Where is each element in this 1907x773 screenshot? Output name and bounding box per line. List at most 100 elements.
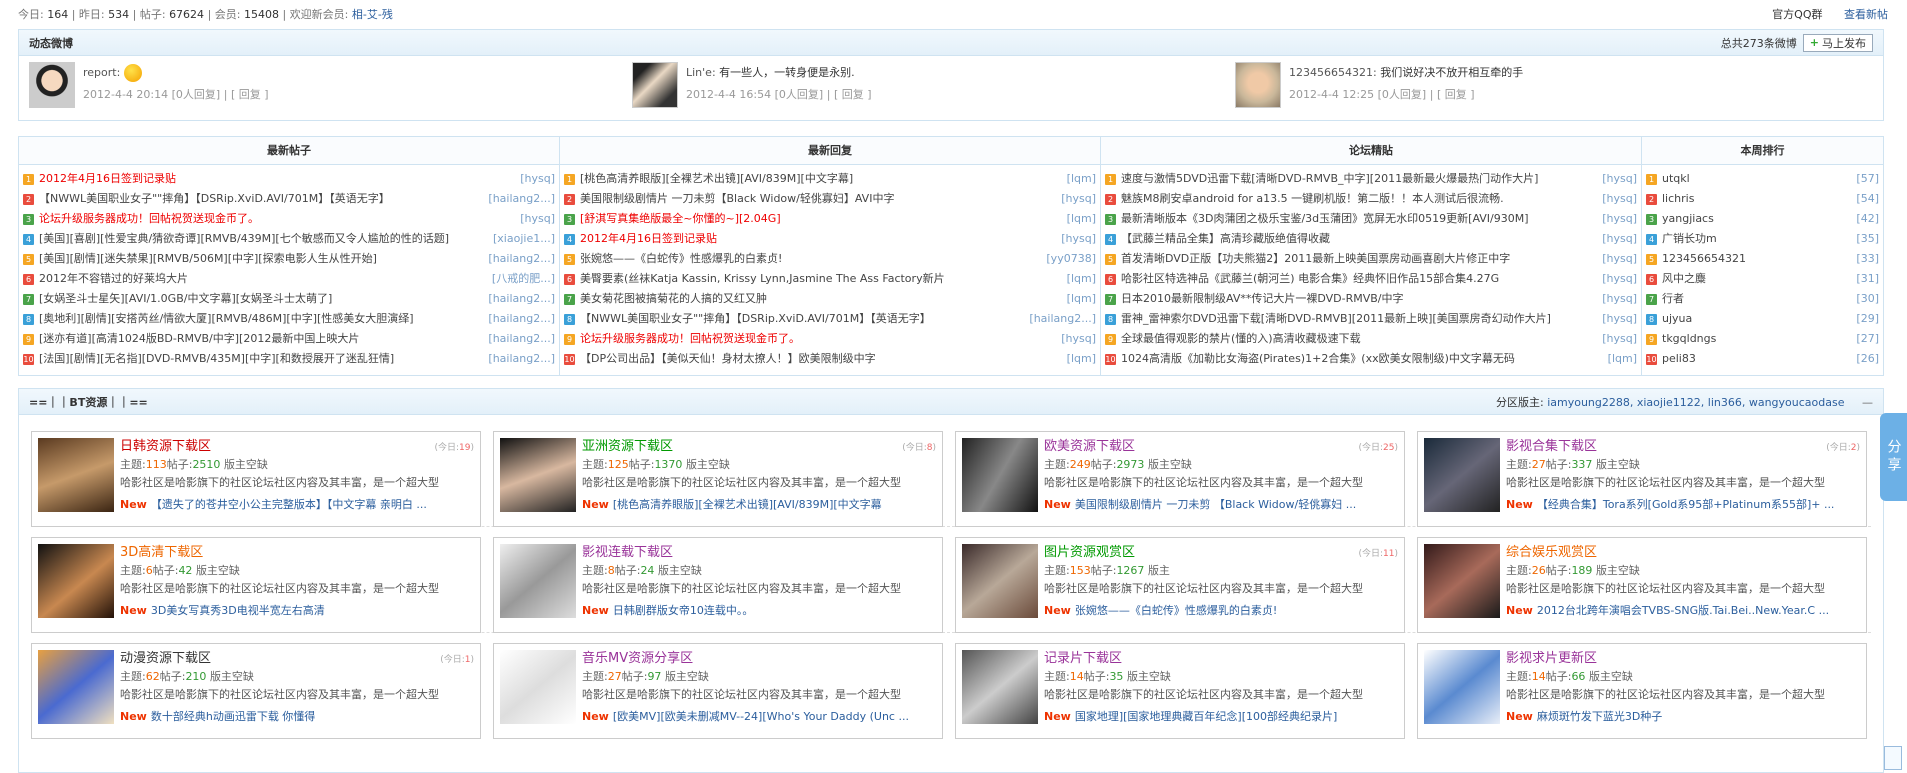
- list-item[interactable]: 2 lichris [54]: [1646, 189, 1879, 209]
- reply-link[interactable]: [ 回复 ]: [834, 88, 872, 101]
- avatar[interactable]: [29, 62, 75, 108]
- latest-thread-link[interactable]: 【遗失了的苍井空小公主完整版本】【中文字幕 亲明白 ...: [151, 498, 427, 511]
- feed-replies[interactable]: [0人回复]: [1378, 88, 1427, 101]
- item-author[interactable]: [hysq]: [1602, 329, 1637, 349]
- new-member-link[interactable]: 相-艾-残: [352, 8, 393, 21]
- item-author[interactable]: [33]: [1856, 249, 1879, 269]
- list-item[interactable]: 8 【NWWL美国职业女子""摔角】【DSRip.XviD.AVI/701M】【英…: [564, 309, 1096, 329]
- avatar[interactable]: [632, 62, 678, 108]
- item-title[interactable]: [迷亦有道][高清1024版BD-RMVB/中字][2012最新中国上映大片: [39, 329, 482, 349]
- feed-replies[interactable]: [0人回复]: [172, 88, 221, 101]
- forum-name[interactable]: 综合娱乐观赏区: [1506, 545, 1597, 560]
- list-item[interactable]: 9 [迷亦有道][高清1024版BD-RMVB/中字][2012最新中国上映大片 […: [23, 329, 555, 349]
- list-item[interactable]: 2 【NWWL美国职业女子""摔角】【DSRip.XviD.AVI/701M】【英…: [23, 189, 555, 209]
- feed-user[interactable]: report:: [83, 66, 120, 79]
- item-author[interactable]: [35]: [1856, 229, 1879, 249]
- forum-thumbnail[interactable]: [962, 438, 1038, 512]
- bt-title[interactable]: ==｜｜BT资源｜｜==: [29, 394, 148, 410]
- item-title[interactable]: tkgqldngs: [1662, 329, 1850, 349]
- item-author[interactable]: [26]: [1856, 349, 1879, 369]
- item-author[interactable]: [hysq]: [1602, 289, 1637, 309]
- moderator[interactable]: 版主空缺: [665, 670, 709, 683]
- item-author[interactable]: [hysq]: [1061, 189, 1096, 209]
- feed-replies[interactable]: [0人回复]: [775, 88, 824, 101]
- item-author[interactable]: [lqm]: [1067, 169, 1096, 189]
- forum-thumbnail[interactable]: [500, 438, 576, 512]
- item-author[interactable]: [42]: [1856, 209, 1879, 229]
- list-item[interactable]: 2 美国限制级剧情片 一刀未剪【Black Widow/轻佻寡妇】AVI中字 [hy…: [564, 189, 1096, 209]
- item-author[interactable]: [hailang2...]: [488, 289, 555, 309]
- latest-thread-link[interactable]: 【经典合集】Tora系列[Gold系95部+Platinum系55部]+ ...: [1537, 498, 1835, 511]
- latest-thread-link[interactable]: 日韩剧群版女帝10连载中。。: [613, 604, 754, 617]
- feed-user[interactable]: 123456654321:: [1289, 66, 1377, 79]
- list-item[interactable]: 10 peli83 [26]: [1646, 349, 1879, 369]
- forum-name[interactable]: 欧美资源下载区: [1044, 439, 1135, 454]
- latest-thread-link[interactable]: 美国限制级剧情片 一刀未剪 【Black Widow/轻佻寡妇 ...: [1075, 498, 1356, 511]
- list-item[interactable]: 1 utqkl [57]: [1646, 169, 1879, 189]
- list-item[interactable]: 9 论坛升级服务器成功！回帖祝贺送现金币了。 [hysq]: [564, 329, 1096, 349]
- item-title[interactable]: 1024高清版《加勒比女海盗(Pirates)1+2合集》(xx欧美女限制级)中…: [1121, 349, 1602, 369]
- reply-link[interactable]: [ 回复 ]: [1437, 88, 1475, 101]
- item-title[interactable]: [法国][剧情][无名指][DVD-RMVB/435M][中字][和数授展开了迷…: [39, 349, 482, 369]
- item-title[interactable]: 【NWWL美国职业女子""摔角】【DSRip.XviD.AVI/701M】【英语…: [39, 189, 482, 209]
- item-author[interactable]: [31]: [1856, 269, 1879, 289]
- item-title[interactable]: 论坛升级服务器成功！回帖祝贺送现金币了。: [39, 209, 514, 229]
- list-item[interactable]: 3 yangjiacs [42]: [1646, 209, 1879, 229]
- forum-name[interactable]: 影视求片更新区: [1506, 651, 1597, 666]
- item-author[interactable]: [lqm]: [1067, 269, 1096, 289]
- latest-thread-link[interactable]: [桃色高清养眼版][全裸艺术出镜][AVI/839M][中文字幕: [613, 498, 882, 511]
- forum-thumbnail[interactable]: [962, 544, 1038, 618]
- item-title[interactable]: [女娲圣斗士星矢][AVI/1.0GB/中文字幕][女娲圣斗士太萌了]: [39, 289, 482, 309]
- item-author[interactable]: [八戒的肥...]: [492, 269, 555, 289]
- item-title[interactable]: peli83: [1662, 349, 1850, 369]
- moderator[interactable]: 版主空缺: [686, 458, 730, 471]
- latest-thread-link[interactable]: 数十部经典h动画迅雷下载 你懂得: [151, 710, 315, 723]
- item-author[interactable]: [hailang2...]: [488, 309, 555, 329]
- item-title[interactable]: [美国][剧情][迷失禁果][RMVB/506M][中字][探索电影人生从性开始…: [39, 249, 482, 269]
- list-item[interactable]: 5 张婉悠——《白蛇传》性感爆乳的白素贞! [yy0738]: [564, 249, 1096, 269]
- item-author[interactable]: [hysq]: [1602, 249, 1637, 269]
- list-item[interactable]: 8 雷神_雷神索尔DVD迅雷下载[清晰DVD-RMVB][2011最新上映][美国…: [1105, 309, 1637, 329]
- item-title[interactable]: 123456654321: [1662, 249, 1850, 269]
- item-author[interactable]: [30]: [1856, 289, 1879, 309]
- list-item[interactable]: 1 2012年4月16日签到记录贴 [hysq]: [23, 169, 555, 189]
- item-title[interactable]: 张婉悠——《白蛇传》性感爆乳的白素贞!: [580, 249, 1040, 269]
- item-author[interactable]: [lqm]: [1067, 209, 1096, 229]
- list-item[interactable]: 6 哈影社区特选神品《武藤兰(朝河兰) 电影合集》经典怀旧作品15部合集4.27G…: [1105, 269, 1637, 289]
- list-item[interactable]: 4 [美国][喜剧][性爱宝典/猜欲奇谭][RMVB/439M][七个敏感而又令人…: [23, 229, 555, 249]
- forum-thumbnail[interactable]: [500, 650, 576, 724]
- list-item[interactable]: 5 [美国][剧情][迷失禁果][RMVB/506M][中字][探索电影人生从性开…: [23, 249, 555, 269]
- forum-thumbnail[interactable]: [962, 650, 1038, 724]
- forum-name[interactable]: 音乐MV资源分享区: [582, 651, 693, 666]
- item-author[interactable]: [hysq]: [1602, 189, 1637, 209]
- list-item[interactable]: 10 1024高清版《加勒比女海盗(Pirates)1+2合集》(xx欧美女限制级…: [1105, 349, 1637, 369]
- list-item[interactable]: 9 tkgqldngs [27]: [1646, 329, 1879, 349]
- moderator[interactable]: 版主空缺: [1127, 670, 1171, 683]
- latest-thread-link[interactable]: 3D美女写真秀3D电视半宽左右高清: [151, 604, 325, 617]
- list-item[interactable]: 3 最新清晰版本《3D肉蒲团之极乐宝鉴/3d玉蒲团》宽屏无水印0519更新[AVI…: [1105, 209, 1637, 229]
- qq-group-link[interactable]: 官方QQ群: [1772, 8, 1822, 21]
- back-to-top-button[interactable]: [1884, 746, 1902, 770]
- forum-name[interactable]: 影视连载下载区: [582, 545, 673, 560]
- item-title[interactable]: [桃色高清养眼版][全裸艺术出镜][AVI/839M][中文字幕]: [580, 169, 1061, 189]
- forum-name[interactable]: 记录片下载区: [1044, 651, 1122, 666]
- item-title[interactable]: 速度与激情5DVD迅雷下载[清晰DVD-RMVB_中字][2011最新最火爆最热…: [1121, 169, 1596, 189]
- list-item[interactable]: 8 ujyua [29]: [1646, 309, 1879, 329]
- item-author[interactable]: [hysq]: [1602, 169, 1637, 189]
- list-item[interactable]: 5 首发清晰DVD正版【功夫熊猫2】2011最新上映美国票房动画喜剧大片修正中字 […: [1105, 249, 1637, 269]
- item-title[interactable]: 雷神_雷神索尔DVD迅雷下载[清晰DVD-RMVB][2011最新上映][美国票…: [1121, 309, 1596, 329]
- item-title[interactable]: yangjiacs: [1662, 209, 1850, 229]
- forum-thumbnail[interactable]: [1424, 650, 1500, 724]
- item-title[interactable]: 行者: [1662, 289, 1850, 309]
- list-item[interactable]: 1 速度与激情5DVD迅雷下载[清晰DVD-RMVB_中字][2011最新最火爆最…: [1105, 169, 1637, 189]
- list-item[interactable]: 10 [法国][剧情][无名指][DVD-RMVB/435M][中字][和数授展开…: [23, 349, 555, 369]
- item-title[interactable]: 美臀要素(丝袜Katja Kassin, Krissy Lynn,Jasmine…: [580, 269, 1061, 289]
- latest-thread-link[interactable]: 国家地理][国家地理典藏百年纪念][100部经典纪录片]: [1075, 710, 1337, 723]
- item-author[interactable]: [yy0738]: [1046, 249, 1096, 269]
- item-title[interactable]: ujyua: [1662, 309, 1850, 329]
- item-title[interactable]: 广销长功m: [1662, 229, 1850, 249]
- item-author[interactable]: [hysq]: [1061, 229, 1096, 249]
- latest-thread-link[interactable]: 张婉悠——《白蛇传》性感爆乳的白素贞!: [1075, 604, 1277, 617]
- list-item[interactable]: 6 2012年不容错过的好莱坞大片 [八戒的肥...]: [23, 269, 555, 289]
- item-author[interactable]: [hailang2...]: [488, 189, 555, 209]
